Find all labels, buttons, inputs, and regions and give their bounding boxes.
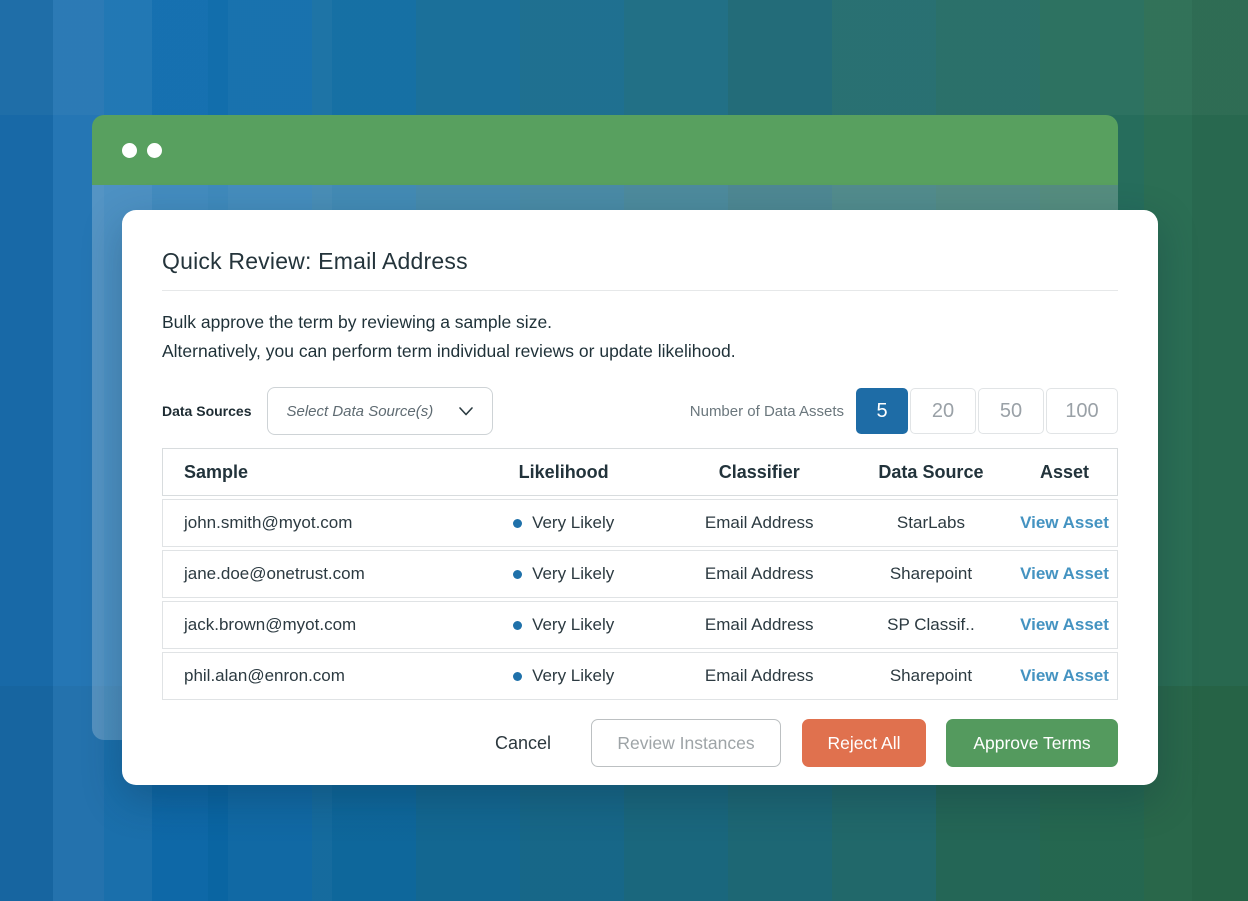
segment-option-100[interactable]: 100	[1046, 388, 1118, 434]
controls-row: Data Sources Select Data Source(s) Numbe…	[162, 387, 1118, 435]
likelihood-dot-icon	[513, 519, 522, 528]
dropdown-placeholder: Select Data Source(s)	[286, 403, 433, 420]
cell-sample: jack.brown@myot.com	[163, 615, 459, 635]
data-sources-label: Data Sources	[162, 403, 251, 419]
cell-data-source: Sharepoint	[850, 666, 1012, 686]
review-instances-button[interactable]: Review Instances	[591, 719, 781, 767]
view-asset-link[interactable]: View Asset	[1020, 513, 1109, 533]
view-asset-link[interactable]: View Asset	[1020, 615, 1109, 635]
bg-tile	[0, 0, 53, 901]
cell-classifier: Email Address	[669, 564, 850, 584]
cell-sample: john.smith@myot.com	[163, 513, 459, 533]
header-data-source: Data Source	[850, 462, 1012, 483]
cell-classifier: Email Address	[669, 615, 850, 635]
cancel-button[interactable]: Cancel	[495, 719, 551, 767]
cell-likelihood: Very Likely	[459, 666, 669, 686]
likelihood-dot-icon	[513, 570, 522, 579]
view-asset-link[interactable]: View Asset	[1020, 564, 1109, 584]
sample-review-table: Sample Likelihood Classifier Data Source…	[162, 448, 1118, 700]
modal-title: Quick Review: Email Address	[162, 248, 1118, 275]
likelihood-text: Very Likely	[532, 564, 614, 584]
view-asset-link[interactable]: View Asset	[1020, 666, 1109, 686]
cell-classifier: Email Address	[669, 513, 850, 533]
chevron-down-icon	[458, 403, 474, 419]
approve-terms-button[interactable]: Approve Terms	[946, 719, 1118, 767]
table-row: jack.brown@myot.com Very Likely Email Ad…	[162, 601, 1118, 649]
description-line-2: Alternatively, you can perform term indi…	[162, 337, 1118, 366]
header-sample: Sample	[163, 462, 459, 483]
reject-all-button[interactable]: Reject All	[802, 719, 926, 767]
cell-likelihood: Very Likely	[459, 615, 669, 635]
cell-data-source: StarLabs	[850, 513, 1012, 533]
window-control-dot[interactable]	[122, 143, 137, 158]
likelihood-dot-icon	[513, 672, 522, 681]
cell-likelihood: Very Likely	[459, 513, 669, 533]
cell-data-source: SP Classif..	[850, 615, 1012, 635]
cell-data-source: Sharepoint	[850, 564, 1012, 584]
cell-sample: jane.doe@onetrust.com	[163, 564, 459, 584]
likelihood-text: Very Likely	[532, 666, 614, 686]
bg-tile	[1192, 0, 1248, 901]
table-row: jane.doe@onetrust.com Very Likely Email …	[162, 550, 1118, 598]
likelihood-text: Very Likely	[532, 615, 614, 635]
header-asset: Asset	[1012, 462, 1117, 483]
data-sources-dropdown[interactable]: Select Data Source(s)	[267, 387, 493, 435]
browser-titlebar	[92, 115, 1118, 185]
cell-classifier: Email Address	[669, 666, 850, 686]
number-of-data-assets-label: Number of Data Assets	[690, 403, 844, 420]
modal-description: Bulk approve the term by reviewing a sam…	[162, 308, 1118, 366]
header-likelihood: Likelihood	[459, 462, 669, 483]
segment-option-5[interactable]: 5	[856, 388, 908, 434]
header-classifier: Classifier	[669, 462, 850, 483]
segment-option-50[interactable]: 50	[978, 388, 1044, 434]
likelihood-text: Very Likely	[532, 513, 614, 533]
window-control-dot[interactable]	[147, 143, 162, 158]
table-header-row: Sample Likelihood Classifier Data Source…	[162, 448, 1118, 496]
cell-likelihood: Very Likely	[459, 564, 669, 584]
table-row: john.smith@myot.com Very Likely Email Ad…	[162, 499, 1118, 547]
cell-sample: phil.alan@enron.com	[163, 666, 459, 686]
description-line-1: Bulk approve the term by reviewing a sam…	[162, 308, 1118, 337]
table-row: phil.alan@enron.com Very Likely Email Ad…	[162, 652, 1118, 700]
likelihood-dot-icon	[513, 621, 522, 630]
title-divider	[162, 290, 1118, 291]
modal-footer: Cancel Review Instances Reject All Appro…	[162, 719, 1118, 767]
segment-option-20[interactable]: 20	[910, 388, 976, 434]
quick-review-modal: Quick Review: Email Address Bulk approve…	[122, 210, 1158, 785]
data-assets-segmented-control: 5 20 50 100	[856, 388, 1118, 434]
